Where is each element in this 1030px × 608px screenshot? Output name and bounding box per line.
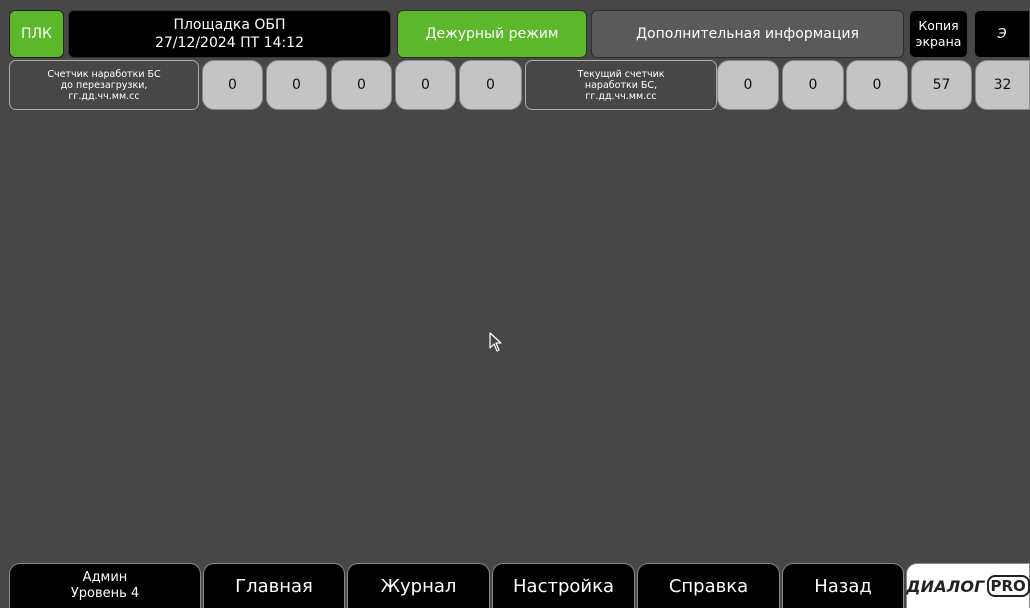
uptime-label-line3: гг.дд.чч.мм.сс — [68, 90, 140, 102]
current-counter-label: Текущий счетчик наработки БС, гг.дд.чч.м… — [525, 60, 717, 110]
site-name: Площадка ОБП — [173, 17, 286, 33]
uptime-label-line1: Счетчик наработки БС — [47, 68, 161, 80]
current-label-line3: гг.дд.чч.мм.сс — [585, 90, 657, 102]
nav-help-button[interactable]: Справка — [637, 563, 780, 608]
uptime-value-days: 0 — [266, 60, 327, 110]
current-label-line2: наработки БС, — [584, 79, 658, 91]
nav-back-button[interactable]: Назад — [782, 563, 904, 608]
current-value-days: 0 — [782, 60, 844, 110]
current-label-line1: Текущий счетчик — [577, 68, 665, 80]
logo-pro-badge: PRO — [986, 575, 1030, 597]
uptime-value-minutes: 0 — [395, 60, 456, 110]
user-level: Уровень 4 — [70, 586, 140, 601]
uptime-label-line2: до перезагрузки, — [60, 79, 148, 91]
screenshot-label-line1: Копия — [918, 18, 959, 33]
e-button[interactable]: Э — [974, 10, 1030, 58]
uptime-value-years: 0 — [202, 60, 263, 110]
nav-journal-button[interactable]: Журнал — [347, 563, 490, 608]
nav-main-button[interactable]: Главная — [203, 563, 345, 608]
uptime-value-seconds: 0 — [459, 60, 522, 110]
additional-info-button[interactable]: Дополнительная информация — [591, 10, 904, 58]
user-level-button[interactable]: Админ Уровень 4 — [9, 563, 201, 608]
site-datetime-panel: Площадка ОБП 27/12/2024 ПТ 14:12 — [68, 10, 391, 58]
plc-button[interactable]: ПЛК — [9, 10, 64, 58]
screenshot-label-line2: экрана — [915, 34, 962, 49]
current-value-hours: 0 — [846, 60, 908, 110]
screenshot-button[interactable]: Копия экрана — [909, 10, 968, 58]
current-value-minutes: 57 — [911, 60, 972, 110]
mouse-cursor-icon — [489, 332, 502, 352]
dialog-pro-logo: ДИАЛОГ PRO — [906, 563, 1030, 608]
datetime: 27/12/2024 ПТ 14:12 — [154, 35, 305, 51]
nav-settings-button[interactable]: Настройка — [492, 563, 635, 608]
uptime-counter-label: Счетчик наработки БС до перезагрузки, гг… — [9, 60, 199, 110]
current-value-seconds: 32 — [975, 60, 1030, 110]
user-name: Админ — [82, 570, 128, 585]
uptime-value-hours: 0 — [331, 60, 392, 110]
logo-text: ДИАЛОГ — [906, 576, 985, 596]
current-value-years: 0 — [717, 60, 779, 110]
duty-mode-button[interactable]: Дежурный режим — [397, 10, 587, 58]
